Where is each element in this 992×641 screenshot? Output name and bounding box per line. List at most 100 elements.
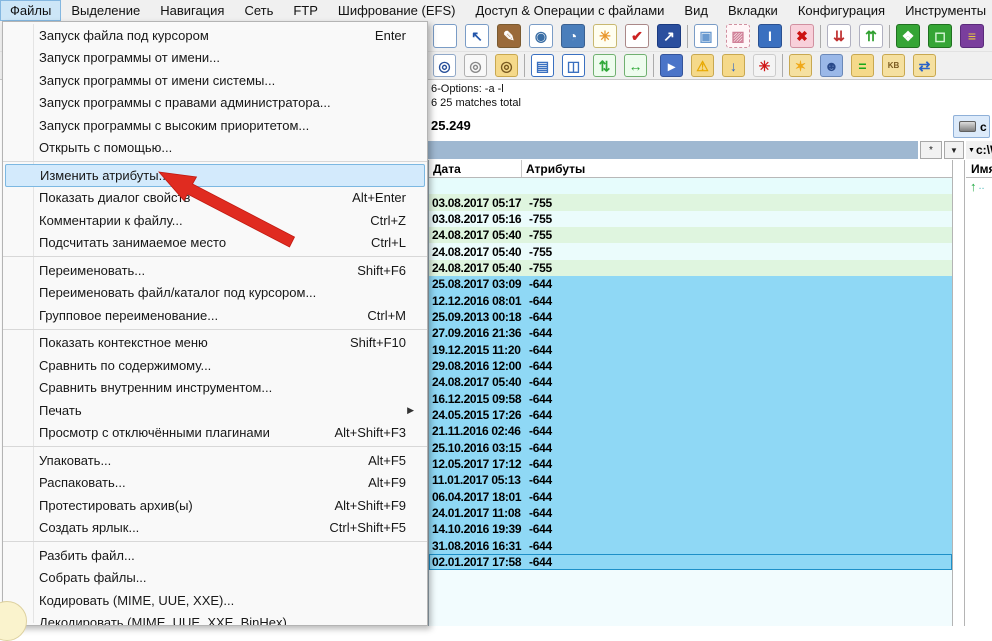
column-header-date[interactable]: Дата [429,160,522,177]
table-row[interactable]: 24.05.2015 17:26 -644 [429,406,952,424]
menu-item[interactable]: Показать контекстное меню Shift+F10 [3,332,427,355]
table-row[interactable]: 19.12.2015 11:20 -644 [429,341,952,358]
table-row[interactable]: 31.08.2016 16:31 -644 [429,537,952,554]
menubar-item[interactable]: Вид [674,0,718,21]
folder-open-icon[interactable]: ▸ [660,54,683,77]
new-folder-icon[interactable]: ✶ [789,54,812,77]
drive-button[interactable]: c [953,115,990,138]
folder-download-icon[interactable]: ↓ [722,54,745,77]
menu-item[interactable]: Изменить атрибуты... [5,164,425,187]
table-row[interactable]: 25.09.2013 00:18 -644 [429,308,952,326]
menubar-item[interactable]: Файлы [0,0,62,21]
menubar-item[interactable]: Шифрование (EFS) [328,0,466,21]
search-duplicates-icon[interactable]: ◎ [464,54,487,77]
sync-dirs-icon[interactable]: ⇄ [913,54,936,77]
table-row[interactable]: 14.10.2016 19:39 -644 [429,521,952,538]
menu-item[interactable]: Открыть с помощью... [3,137,427,160]
menu-item[interactable]: Подсчитать занимаемое место Ctrl+L [3,232,427,255]
shortcut-arrow-icon[interactable]: ↗ [657,24,681,48]
parent-dir-row[interactable]: ↑ .. [966,178,992,194]
menu-item[interactable]: Запуск программы от имени системы... [3,69,427,92]
menu-item[interactable]: Просмотр с отключёнными плагинами Alt+Sh… [3,422,427,445]
menu-item[interactable]: Комментарии к файлу... Ctrl+Z [3,209,427,232]
current-path-bar[interactable] [428,141,918,159]
checklist-icon[interactable]: ✔ [625,24,649,48]
select-document-icon[interactable]: ↖ [465,24,489,48]
menu-item[interactable]: Протестировать архив(ы) Alt+Shift+F9 [3,494,427,517]
menu-item[interactable]: Печать ▶ [3,399,427,422]
table-row[interactable]: 16.12.2015 09:58 -644 [429,390,952,407]
column-header-attributes[interactable]: Атрибуты [522,162,952,176]
table-row[interactable] [429,178,952,195]
notes-gear-icon[interactable]: ✳ [593,24,617,48]
delete-file-icon[interactable]: ✖ [790,24,814,48]
table-row[interactable]: 29.08.2016 12:00 -644 [429,357,952,375]
right-panel-path[interactable]: ▼ c:\W [966,141,992,159]
menu-item[interactable]: Запуск программы с высоким приоритетом..… [3,114,427,137]
pack-files-icon[interactable]: ❖ [896,24,920,48]
table-row[interactable]: 25.10.2016 03:15 -644 [429,439,952,456]
table-row[interactable]: 21.11.2016 02:46 -644 [429,423,952,440]
table-row[interactable]: 24.08.2017 05:40 -755 [429,227,952,244]
menubar-item[interactable]: Инструменты [895,0,992,21]
column-header-name[interactable]: Имя [966,160,992,178]
clipboard-edit-icon[interactable]: ✎ [497,24,521,48]
search-in-folder-icon[interactable]: ◎ [495,54,518,77]
rename-icon[interactable]: I [758,24,782,48]
menubar-item[interactable]: FTP [283,0,328,21]
unpack-files-icon[interactable]: ◻ [928,24,952,48]
menubar-item[interactable]: Вкладки [718,0,788,21]
menubar-item[interactable]: Доступ & Операции с файлами [465,0,674,21]
menu-item[interactable]: Создать ярлык... Ctrl+Shift+F5 [3,517,427,540]
table-row[interactable]: 24.08.2017 05:40 -755 [429,259,952,277]
test-archive-icon[interactable]: ≡ [960,24,984,48]
table-row[interactable]: 24.01.2017 11:08 -644 [429,504,952,522]
table-row[interactable]: 11.01.2017 05:13 -644 [429,472,952,489]
menu-item[interactable]: Запуск файла под курсором Enter [3,24,427,47]
users-folder-icon[interactable]: ☻ [820,54,843,77]
pie-chart-icon[interactable]: ◔ [561,24,585,48]
table-row[interactable]: 03.08.2017 05:16 -755 [429,210,952,228]
menubar-item[interactable]: Навигация [150,0,234,21]
copy-files-icon[interactable]: ▣ [694,24,718,48]
menubar-item[interactable]: Выделение [61,0,150,21]
menu-item[interactable]: Сравнить внутренним инструментом... [3,377,427,400]
compare-dirs-icon[interactable]: = [851,54,874,77]
table-row[interactable]: 24.08.2017 05:40 -644 [429,374,952,391]
menu-item[interactable]: Запуск программы от имени... [3,47,427,70]
menu-item[interactable]: Собрать файлы... [3,567,427,590]
folder-warning-icon[interactable]: ⚠ [691,54,714,77]
table-row[interactable]: 24.08.2017 05:40 -755 [429,243,952,260]
menubar-item[interactable]: Сеть [234,0,283,21]
vertical-arrows-icon[interactable]: ⇅ [593,54,616,77]
move-files-icon[interactable]: ▨ [726,24,750,48]
menu-item[interactable]: Показать диалог свойств Alt+Enter [3,187,427,210]
quick-view-icon[interactable]: ◫ [562,54,585,77]
menu-item[interactable]: Групповое переименование... Ctrl+M [3,304,427,327]
table-row[interactable]: 06.04.2017 18:01 -644 [429,488,952,505]
table-row[interactable]: 03.08.2017 05:17 -755 [429,194,952,211]
table-row[interactable]: 12.05.2017 17:12 -644 [429,455,952,473]
combine-files-icon[interactable]: ⇈ [859,24,883,48]
menu-item[interactable]: Переименовать... Shift+F6 [3,259,427,282]
history-dropdown-button[interactable]: ▼ [944,141,964,159]
blank-document-icon[interactable] [433,24,457,48]
split-file-icon[interactable]: ⇊ [827,24,851,48]
favorites-asterisk-icon[interactable]: ✳ [753,54,776,77]
select-all-button[interactable]: * [920,141,942,159]
table-row[interactable]: 02.01.2017 17:58 -644 [429,553,952,571]
table-row[interactable]: 12.12.2016 08:01 -644 [429,292,952,309]
dir-sizes-icon[interactable]: KB [882,54,905,77]
menubar-item[interactable]: Конфигурация [788,0,895,21]
menu-item[interactable]: Упаковать... Alt+F5 [3,449,427,472]
menu-item[interactable]: Декодировать (MIME, UUE, XXE, BinHex)... [3,612,427,625]
menu-item[interactable]: Сравнить по содержимому... [3,354,427,377]
table-row[interactable]: 27.09.2016 21:36 -644 [429,325,952,342]
table-row[interactable]: 25.08.2017 03:09 -644 [429,276,952,293]
panel-scrollbar[interactable] [952,160,965,626]
view-file-icon[interactable]: ◉ [529,24,553,48]
horizontal-split-icon[interactable]: ▤ [531,54,554,77]
menu-item[interactable]: Переименовать файл/каталог под курсором.… [3,282,427,305]
menu-item[interactable]: Распаковать... Alt+F9 [3,472,427,495]
menu-item[interactable]: Запуск программы с правами администратор… [3,92,427,115]
